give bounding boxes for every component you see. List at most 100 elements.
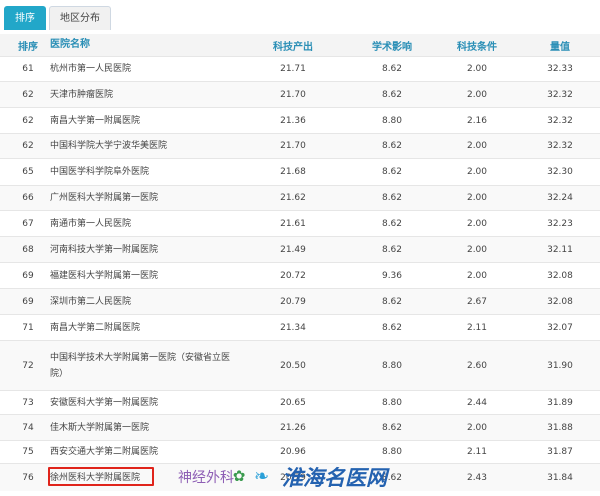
cell-rank: 72 (22, 360, 34, 371)
cell-hospital-name[interactable]: 中国科学技术大学附属第一医院（安徽省立医院） (50, 341, 240, 390)
cell-hospital-name[interactable]: 河南科技大学第一附属医院 (50, 237, 240, 262)
cell-total-score: 32.23 (547, 218, 573, 229)
table-row[interactable]: 68 河南科技大学第一附属医院 21.49 8.62 2.00 32.11 (0, 236, 600, 262)
cell-hospital-name[interactable]: 广州医科大学附属第一医院 (50, 186, 240, 210)
table-row[interactable]: 62 南昌大学第一附属医院 21.36 8.80 2.16 32.32 (0, 107, 600, 133)
cell-tech-output: 21.71 (280, 64, 306, 74)
table-row[interactable]: 62 中国科学院大学宁波华美医院 21.70 8.62 2.00 32.32 (0, 133, 600, 158)
cell-total-score: 32.11 (547, 244, 573, 255)
cell-total-score: 32.08 (547, 296, 573, 307)
cell-tech-output: 21.34 (280, 322, 306, 333)
cell-tech-condition: 2.00 (466, 89, 488, 100)
cell-tech-condition: 2.00 (466, 167, 488, 177)
cell-hospital-name[interactable]: 福建医科大学附属第一医院 (50, 263, 240, 288)
swoosh-logo-icon: ❧ (254, 466, 270, 487)
cell-academic-influence: 8.62 (381, 218, 403, 229)
column-header-rank[interactable]: 排序 (8, 34, 48, 56)
cell-tech-condition: 2.00 (466, 64, 488, 74)
cell-tech-output: 20.72 (280, 270, 306, 281)
table-row[interactable]: 74 佳木斯大学附属第一医院 21.26 8.62 2.00 31.88 (0, 414, 600, 440)
cell-tech-output: 20.79 (280, 296, 306, 307)
cell-tech-condition: 2.44 (466, 397, 488, 408)
cell-hospital-name[interactable]: 深圳市第二人民医院 (50, 289, 240, 314)
cell-total-score: 32.08 (547, 270, 573, 281)
cell-rank: 73 (22, 397, 34, 408)
watermark-text-neurosurgery: 神经外科 (178, 470, 234, 486)
cell-tech-output: 21.70 (280, 89, 306, 100)
column-header-tech-output[interactable]: 科技产出 (258, 34, 328, 56)
cell-tech-output: 21.62 (280, 193, 306, 203)
column-header-hospital-name[interactable]: 医院名称 (50, 34, 240, 56)
table-row[interactable]: 69 深圳市第二人民医院 20.79 8.62 2.67 32.08 (0, 288, 600, 314)
cell-hospital-name[interactable]: 安徽医科大学第一附属医院 (50, 391, 240, 414)
cell-total-score: 31.89 (547, 397, 573, 408)
cell-tech-condition: 2.00 (466, 193, 488, 203)
cell-tech-condition: 2.00 (466, 422, 488, 433)
cell-hospital-name[interactable]: 杭州市第一人民医院 (50, 57, 240, 81)
table-row[interactable]: 73 安徽医科大学第一附属医院 20.65 8.80 2.44 31.89 (0, 390, 600, 414)
cell-total-score: 31.87 (547, 447, 573, 457)
tab-ranking[interactable]: 排序 (4, 6, 46, 30)
column-header-academic-influence[interactable]: 学术影响 (352, 34, 432, 56)
cell-tech-output: 21.70 (280, 141, 306, 151)
cell-academic-influence: 8.62 (381, 244, 403, 255)
cell-total-score: 32.33 (547, 64, 573, 74)
cell-hospital-name[interactable]: 中国科学院大学宁波华美医院 (50, 134, 240, 158)
table-row[interactable]: 75 西安交通大学第二附属医院 20.96 8.80 2.11 31.87 (0, 440, 600, 463)
cell-hospital-name[interactable]: 南昌大学第一附属医院 (50, 108, 240, 133)
cell-academic-influence: 8.62 (381, 141, 403, 151)
cell-rank: 71 (22, 322, 34, 333)
cell-tech-output: 20.65 (280, 397, 306, 408)
cell-rank: 65 (22, 167, 34, 177)
cell-tech-condition: 2.16 (466, 115, 488, 126)
cell-tech-output: 21.68 (280, 167, 306, 177)
cell-total-score: 32.07 (547, 322, 573, 333)
cell-tech-condition: 2.00 (466, 218, 488, 229)
cell-hospital-name[interactable]: 佳木斯大学附属第一医院 (50, 415, 240, 440)
table-row[interactable]: 62 天津市肿瘤医院 21.70 8.62 2.00 32.32 (0, 81, 600, 107)
cell-tech-condition: 2.11 (466, 447, 488, 457)
cell-tech-condition: 2.60 (466, 360, 488, 371)
cell-academic-influence: 8.62 (381, 193, 403, 203)
cell-tech-output: 21.26 (280, 422, 306, 433)
cell-hospital-name[interactable]: 天津市肿瘤医院 (50, 82, 240, 107)
table-row[interactable]: 66 广州医科大学附属第一医院 21.62 8.62 2.00 32.24 (0, 185, 600, 210)
cell-tech-output: 20.96 (280, 447, 306, 457)
tab-region-distribution[interactable]: 地区分布 (49, 6, 111, 30)
cell-tech-output: 21.49 (280, 244, 306, 255)
cell-academic-influence: 8.80 (381, 115, 403, 126)
cell-academic-influence: 8.62 (381, 64, 403, 74)
column-header-tech-condition[interactable]: 科技条件 (442, 34, 512, 56)
table-row[interactable]: 67 南通市第一人民医院 21.61 8.62 2.00 32.23 (0, 210, 600, 236)
cell-rank: 69 (22, 270, 34, 281)
table-row[interactable]: 61 杭州市第一人民医院 21.71 8.62 2.00 32.33 (0, 56, 600, 81)
cell-rank: 68 (22, 244, 34, 255)
cell-total-score: 31.90 (547, 360, 573, 371)
cell-tech-output: 20.50 (280, 360, 306, 371)
cell-hospital-name[interactable]: 西安交通大学第二附属医院 (50, 441, 240, 463)
cell-academic-influence: 8.62 (381, 322, 403, 333)
cell-total-score: 31.88 (547, 422, 573, 433)
cell-tech-output: 21.36 (280, 115, 306, 126)
cell-hospital-name[interactable]: 南通市第一人民医院 (50, 211, 240, 236)
cell-academic-influence: 8.62 (381, 422, 403, 433)
table-row[interactable]: 69 福建医科大学附属第一医院 20.72 9.36 2.00 32.08 (0, 262, 600, 288)
cell-hospital-name[interactable]: 南昌大学第二附属医院 (50, 315, 240, 340)
tab-bar: 排序 地区分布 (0, 0, 600, 34)
cell-rank: 69 (22, 296, 34, 307)
cell-rank: 61 (22, 64, 34, 74)
table-row[interactable]: 71 南昌大学第二附属医院 21.34 8.62 2.11 32.07 (0, 314, 600, 340)
cell-academic-influence: 9.36 (381, 270, 403, 281)
cell-total-score: 32.32 (547, 141, 573, 151)
cell-hospital-name[interactable]: 中国医学科学院阜外医院 (50, 159, 240, 185)
cell-rank: 67 (22, 218, 34, 229)
cell-rank: 75 (22, 447, 34, 457)
cell-tech-output: 21.61 (280, 218, 306, 229)
highlight-box (48, 467, 154, 486)
table-row[interactable]: 65 中国医学科学院阜外医院 21.68 8.62 2.00 32.30 (0, 158, 600, 185)
column-header-total-score[interactable]: 量值 (520, 34, 600, 56)
cell-tech-condition: 2.11 (466, 322, 488, 333)
cell-academic-influence: 8.80 (381, 360, 403, 371)
cell-total-score: 32.30 (547, 167, 573, 177)
table-row[interactable]: 72 中国科学技术大学附属第一医院（安徽省立医院） 20.50 8.80 2.60 31.… (0, 340, 600, 390)
